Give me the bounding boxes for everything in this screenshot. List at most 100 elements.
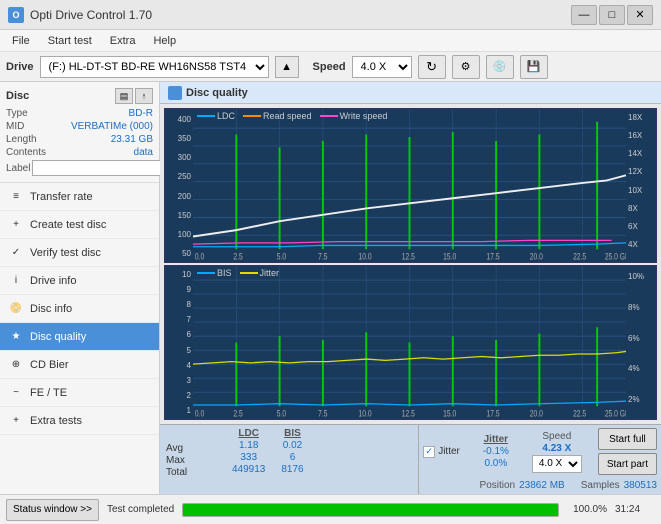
media-button[interactable]: 💿 bbox=[486, 55, 514, 79]
nav-label-disc-info: Disc info bbox=[30, 303, 72, 315]
speed-select[interactable]: 4.0 X bbox=[352, 56, 412, 78]
sidebar-item-verify-test-disc[interactable]: ✓Verify test disc bbox=[0, 239, 159, 267]
svg-text:10.0: 10.0 bbox=[359, 252, 373, 262]
sidebar-item-cd-bier[interactable]: ⊕CD Bier bbox=[0, 351, 159, 379]
progress-bar-container bbox=[182, 503, 559, 517]
nav-label-drive-info: Drive info bbox=[30, 275, 76, 287]
drive-select[interactable]: (F:) HL-DT-ST BD-RE WH16NS58 TST4 bbox=[40, 56, 269, 78]
nav-icon-disc-quality: ★ bbox=[8, 329, 24, 345]
save-button[interactable]: 💾 bbox=[520, 55, 548, 79]
row-labels-col: Avg Max Total bbox=[166, 428, 216, 491]
svg-text:0.0: 0.0 bbox=[195, 252, 205, 262]
content-area: Disc quality 400 350 300 250 200 150 100… bbox=[160, 82, 661, 494]
speed-label: Speed bbox=[313, 61, 346, 73]
svg-text:25.0 GB: 25.0 GB bbox=[605, 409, 626, 419]
chart1-y-axis: 400 350 300 250 200 150 100 50 bbox=[165, 109, 193, 262]
menu-item-help[interactable]: Help bbox=[145, 33, 184, 49]
svg-text:22.5: 22.5 bbox=[573, 409, 587, 419]
start-full-button[interactable]: Start full bbox=[598, 428, 657, 450]
drivebar: Drive (F:) HL-DT-ST BD-RE WH16NS58 TST4 … bbox=[0, 52, 661, 82]
disc-icon-2[interactable]: ↑ bbox=[135, 88, 153, 104]
disc-icon-1[interactable]: ▤ bbox=[115, 88, 133, 104]
sidebar-item-disc-quality[interactable]: ★Disc quality bbox=[0, 323, 159, 351]
disc-contents-val: data bbox=[134, 147, 153, 158]
close-button[interactable]: ✕ bbox=[627, 5, 653, 25]
refresh-button[interactable]: ↻ bbox=[418, 55, 446, 79]
svg-text:15.0: 15.0 bbox=[443, 252, 457, 262]
speed-label: Speed bbox=[542, 431, 571, 442]
svg-text:7.5: 7.5 bbox=[318, 409, 328, 419]
content-title: Disc quality bbox=[186, 87, 248, 99]
menu-item-file[interactable]: File bbox=[4, 33, 38, 49]
ldc-header: LDC bbox=[232, 428, 265, 439]
svg-text:20.0: 20.0 bbox=[530, 252, 544, 262]
chart1-svg: 0.0 2.5 5.0 7.5 10.0 12.5 15.0 17.5 20.0… bbox=[193, 109, 626, 262]
chart2-svg: 0.0 2.5 5.0 7.5 10.0 12.5 15.0 17.5 20.0… bbox=[193, 266, 626, 419]
disc-icons: ▤ ↑ bbox=[115, 88, 153, 104]
jitter-checkbox[interactable]: ✓ bbox=[423, 446, 435, 458]
status-time: 31:24 bbox=[615, 504, 655, 515]
total-label: Total bbox=[166, 467, 216, 478]
svg-text:10.0: 10.0 bbox=[359, 409, 373, 419]
menu-item-start-test[interactable]: Start test bbox=[40, 33, 100, 49]
disc-length-row: Length 23.31 GB bbox=[6, 134, 153, 145]
disc-mid-val: VERBATIMe (000) bbox=[71, 121, 153, 132]
chart2-y-right: 10% 8% 6% 4% 2% bbox=[626, 266, 656, 419]
jitter-header: Jitter bbox=[476, 434, 516, 445]
disc-label-input[interactable] bbox=[32, 160, 166, 176]
svg-text:2.5: 2.5 bbox=[233, 409, 243, 419]
sidebar-nav: ≡Transfer rate+Create test disc✓Verify t… bbox=[0, 183, 159, 494]
status-window-button[interactable]: Status window >> bbox=[6, 499, 99, 521]
sidebar: Disc ▤ ↑ Type BD-R MID VERBATIMe (000) L… bbox=[0, 82, 160, 494]
chart-bis: 10 9 8 7 6 5 4 3 2 1 BIS bbox=[164, 265, 657, 420]
svg-text:17.5: 17.5 bbox=[486, 409, 500, 419]
disc-label-row: Label ⚙ bbox=[6, 160, 153, 176]
titlebar: O Opti Drive Control 1.70 — □ ✕ bbox=[0, 0, 661, 30]
nav-label-fe-te: FE / TE bbox=[30, 387, 67, 399]
sidebar-item-extra-tests[interactable]: +Extra tests bbox=[0, 407, 159, 435]
jitter-speed-row: ✓ Jitter Jitter -0.1% 0.0% Speed 4.23 X bbox=[423, 428, 657, 475]
position-section: Position 23862 MB bbox=[480, 480, 565, 491]
samples-value: 380513 bbox=[624, 480, 657, 491]
sidebar-item-transfer-rate[interactable]: ≡Transfer rate bbox=[0, 183, 159, 211]
sidebar-item-create-test-disc[interactable]: +Create test disc bbox=[0, 211, 159, 239]
minimize-button[interactable]: — bbox=[571, 5, 597, 25]
bis-header: BIS bbox=[281, 428, 303, 439]
disc-type-row: Type BD-R bbox=[6, 108, 153, 119]
speed-select-stats[interactable]: 4.0 X bbox=[532, 455, 582, 473]
disc-length-val: 23.31 GB bbox=[111, 134, 153, 145]
stats-bar: Avg Max Total LDC 1.18 333 449913 BIS 0.… bbox=[160, 424, 661, 494]
svg-text:5.0: 5.0 bbox=[277, 409, 287, 419]
disc-label-key: Label bbox=[6, 163, 30, 174]
nav-label-extra-tests: Extra tests bbox=[30, 415, 82, 427]
disc-title: Disc bbox=[6, 90, 29, 102]
nav-label-cd-bier: CD Bier bbox=[30, 359, 69, 371]
jitter-label: Jitter bbox=[438, 446, 460, 457]
disc-mid-row: MID VERBATIMe (000) bbox=[6, 121, 153, 132]
content-header: Disc quality bbox=[160, 82, 661, 104]
jitter-section: ✓ Jitter bbox=[423, 446, 460, 458]
sidebar-item-fe-te[interactable]: ~ FE / TE bbox=[0, 379, 159, 407]
menubar: FileStart testExtraHelp bbox=[0, 30, 661, 52]
svg-text:0.0: 0.0 bbox=[195, 409, 205, 419]
svg-text:25.0 GB: 25.0 GB bbox=[605, 252, 626, 262]
menu-item-extra[interactable]: Extra bbox=[102, 33, 144, 49]
position-value: 23862 MB bbox=[519, 480, 565, 491]
maximize-button[interactable]: □ bbox=[599, 5, 625, 25]
sidebar-item-drive-info[interactable]: iDrive info bbox=[0, 267, 159, 295]
svg-text:7.5: 7.5 bbox=[318, 252, 328, 262]
ldc-total: 449913 bbox=[232, 464, 265, 475]
content-icon bbox=[168, 86, 182, 100]
start-part-button[interactable]: Start part bbox=[598, 453, 657, 475]
statusbar: Status window >> Test completed 100.0% 3… bbox=[0, 494, 661, 524]
bis-stat-col: BIS 0.02 6 8176 bbox=[281, 428, 303, 491]
eject-button[interactable]: ▲ bbox=[275, 56, 299, 78]
chart2-main: BIS Jitter bbox=[193, 266, 626, 419]
chart2-y-axis: 10 9 8 7 6 5 4 3 2 1 bbox=[165, 266, 193, 419]
drive-label: Drive bbox=[6, 61, 34, 73]
nav-icon-fe-te: ~ bbox=[8, 385, 24, 401]
action-buttons: Start full Start part bbox=[598, 428, 657, 475]
sidebar-item-disc-info[interactable]: 📀Disc info bbox=[0, 295, 159, 323]
svg-text:17.5: 17.5 bbox=[486, 252, 500, 262]
settings-button[interactable]: ⚙ bbox=[452, 55, 480, 79]
